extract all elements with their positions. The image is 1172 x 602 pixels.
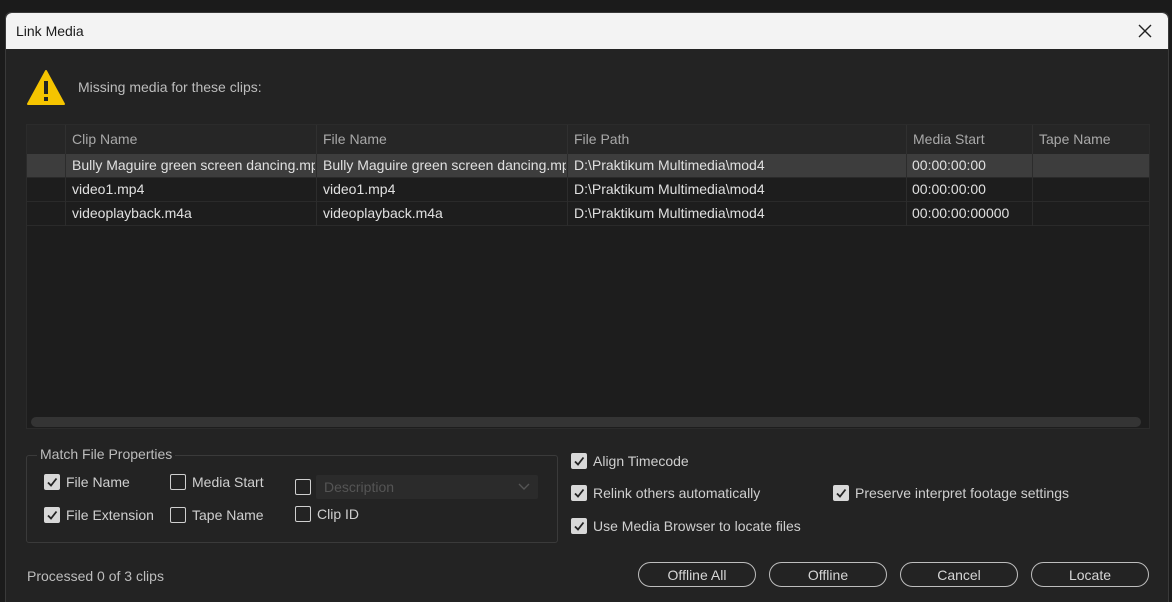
checkmark-icon (47, 477, 58, 487)
offline-all-button[interactable]: Offline All (638, 562, 756, 587)
tape-name-checkbox[interactable]: Tape Name (170, 507, 264, 523)
media-start-cell: 00:00:00:00000 (912, 205, 1010, 221)
checkmark-icon (574, 456, 585, 466)
locate-button[interactable]: Locate (1031, 562, 1149, 587)
clip-id-checkbox[interactable]: Clip ID (295, 506, 359, 522)
column-file-path[interactable]: File Path (574, 131, 629, 147)
checkmark-icon (836, 488, 847, 498)
checkmark-icon (574, 488, 585, 498)
checkbox-box (295, 479, 311, 495)
file-path-cell: D:\Praktikum Multimedia\mod4 (574, 181, 765, 197)
media-start-cell: 00:00:00:00 (912, 181, 986, 197)
checkbox-box (571, 453, 587, 469)
cancel-button[interactable]: Cancel (900, 562, 1018, 587)
window-title: Link Media (16, 23, 84, 39)
column-clip-name[interactable]: Clip Name (72, 131, 137, 147)
checkbox-box (833, 485, 849, 501)
clip-name-cell: Bully Maguire green screen dancing.mp4 (72, 157, 315, 173)
media-start-checkbox[interactable]: Media Start (170, 474, 264, 490)
column-file-name[interactable]: File Name (323, 131, 387, 147)
checkbox-label: File Name (66, 474, 130, 490)
checkbox-label: File Extension (66, 507, 154, 523)
checkmark-icon (47, 510, 58, 520)
checkbox-box (170, 507, 186, 523)
preserve-interpret-footage-checkbox[interactable]: Preserve interpret footage settings (833, 485, 1069, 501)
table-row[interactable]: videoplayback.m4a videoplayback.m4a D:\P… (27, 202, 1149, 226)
description-checkbox[interactable] (295, 479, 311, 495)
clip-name-cell: video1.mp4 (72, 181, 145, 197)
checkmark-icon (574, 521, 585, 531)
table-row[interactable]: video1.mp4 video1.mp4 D:\Praktikum Multi… (27, 178, 1149, 202)
status-text: Processed 0 of 3 clips (27, 568, 164, 584)
table-row[interactable]: Bully Maguire green screen dancing.mp4 B… (27, 154, 1149, 178)
file-name-cell: Bully Maguire green screen dancing.mp4 (323, 157, 566, 173)
file-extension-checkbox[interactable]: File Extension (44, 507, 154, 523)
warning-icon (27, 70, 65, 105)
column-media-start[interactable]: Media Start (913, 131, 985, 147)
table-header: Clip Name File Name File Path Media Star… (27, 125, 1149, 154)
checkbox-box (170, 474, 186, 490)
file-path-cell: D:\Praktikum Multimedia\mod4 (574, 157, 765, 173)
match-file-properties-group (26, 455, 558, 543)
relink-others-checkbox[interactable]: Relink others automatically (571, 485, 760, 501)
clips-table[interactable]: Clip Name File Name File Path Media Star… (26, 124, 1150, 429)
checkbox-box (44, 474, 60, 490)
checkbox-label: Clip ID (317, 506, 360, 522)
checkbox-box (44, 507, 60, 523)
use-media-browser-checkbox[interactable]: Use Media Browser to locate files (571, 518, 801, 534)
file-name-cell: video1.mp4 (323, 181, 396, 197)
title-bar: Link Media (6, 13, 1168, 49)
description-dropdown: Description (316, 475, 538, 499)
horizontal-scrollbar[interactable] (31, 417, 1141, 427)
checkbox-label: Use Media Browser to locate files (593, 518, 801, 534)
checkbox-label: Preserve interpret footage settings (855, 485, 1070, 501)
missing-media-message: Missing media for these clips: (78, 79, 262, 95)
column-tape-name[interactable]: Tape Name (1039, 131, 1111, 147)
description-placeholder: Description (324, 479, 395, 495)
align-timecode-checkbox[interactable]: Align Timecode (571, 453, 689, 469)
chevron-down-icon (518, 483, 530, 490)
checkbox-label: Align Timecode (593, 453, 689, 469)
match-file-properties-title: Match File Properties (37, 446, 176, 462)
checkbox-label: Media Start (192, 474, 264, 490)
checkbox-label: Tape Name (192, 507, 264, 523)
offline-button[interactable]: Offline (769, 562, 887, 587)
checkbox-box (571, 518, 587, 534)
checkbox-label: Relink others automatically (593, 485, 761, 501)
checkbox-box (295, 506, 311, 522)
media-start-cell: 00:00:00:00 (912, 157, 986, 173)
checkbox-box (571, 485, 587, 501)
file-name-cell: videoplayback.m4a (323, 205, 443, 221)
close-button[interactable] (1130, 17, 1160, 45)
link-media-dialog: Link Media Missing media for these clips… (5, 12, 1169, 602)
file-path-cell: D:\Praktikum Multimedia\mod4 (574, 205, 765, 221)
file-name-checkbox[interactable]: File Name (44, 474, 130, 490)
clip-name-cell: videoplayback.m4a (72, 205, 192, 221)
close-icon (1138, 24, 1152, 38)
